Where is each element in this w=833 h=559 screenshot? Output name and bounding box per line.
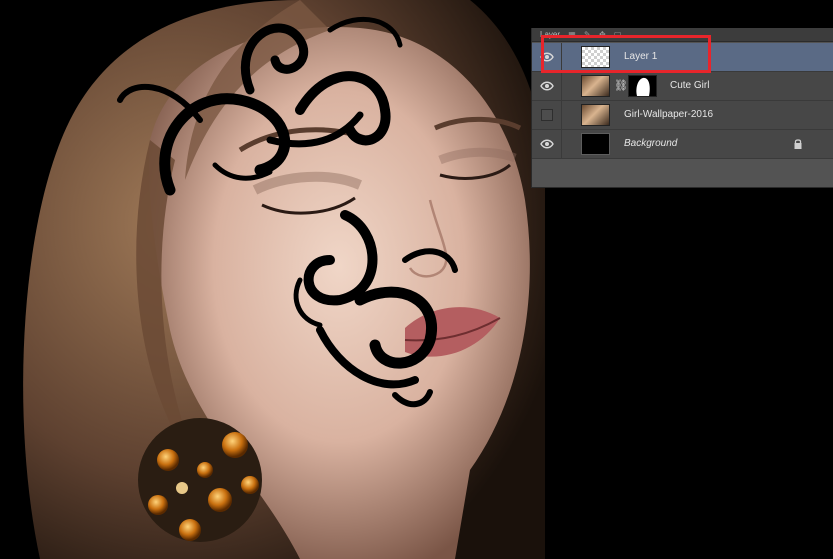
layer-visibility-toggle[interactable] <box>532 43 562 71</box>
layer-row-girl-wallpaper-2016[interactable]: Girl-Wallpaper-2016 <box>532 101 833 130</box>
panel-toolbar-strip: Layer ▦ ✎ ✥ ▢ <box>532 28 833 42</box>
layer-thumbnail <box>581 46 610 68</box>
eye-icon <box>540 81 554 91</box>
hidden-visibility-box <box>541 109 553 121</box>
layer-visibility-toggle[interactable] <box>532 101 562 129</box>
panel-tab-label: Layer <box>540 30 561 39</box>
lock-brush-icon[interactable]: ✎ <box>584 30 591 39</box>
layer-row-cute-girl[interactable]: ⛓ Cute Girl <box>532 72 833 101</box>
layer-mask-thumbnail[interactable] <box>628 75 657 97</box>
lock-pixels-icon[interactable]: ▦ <box>568 30 576 39</box>
layer-visibility-toggle[interactable] <box>532 72 562 100</box>
layer-name[interactable]: Background <box>624 138 677 149</box>
lock-artboard-icon[interactable]: ▢ <box>614 30 622 39</box>
layer-name[interactable]: Cute Girl <box>670 80 709 91</box>
eye-icon <box>540 139 554 149</box>
layer-row-background[interactable]: Background <box>532 130 833 159</box>
layer-visibility-toggle[interactable] <box>532 130 562 158</box>
layers-panel: Layer ▦ ✎ ✥ ▢ Layer 1 ⛓ Cute Girl Girl-W… <box>531 28 833 188</box>
eye-icon <box>540 52 554 62</box>
chain-link-icon[interactable]: ⛓ <box>614 79 628 92</box>
layer-row-layer-1[interactable]: Layer 1 <box>532 43 833 72</box>
layer-thumbnail <box>581 104 610 126</box>
layer-name[interactable]: Layer 1 <box>624 51 657 62</box>
layer-thumbnail <box>581 133 610 155</box>
jeweled-earring <box>138 418 262 542</box>
lock-icon <box>794 139 802 149</box>
layer-name[interactable]: Girl-Wallpaper-2016 <box>624 109 713 120</box>
layer-thumbnail <box>581 75 610 97</box>
lock-move-icon[interactable]: ✥ <box>599 30 606 39</box>
